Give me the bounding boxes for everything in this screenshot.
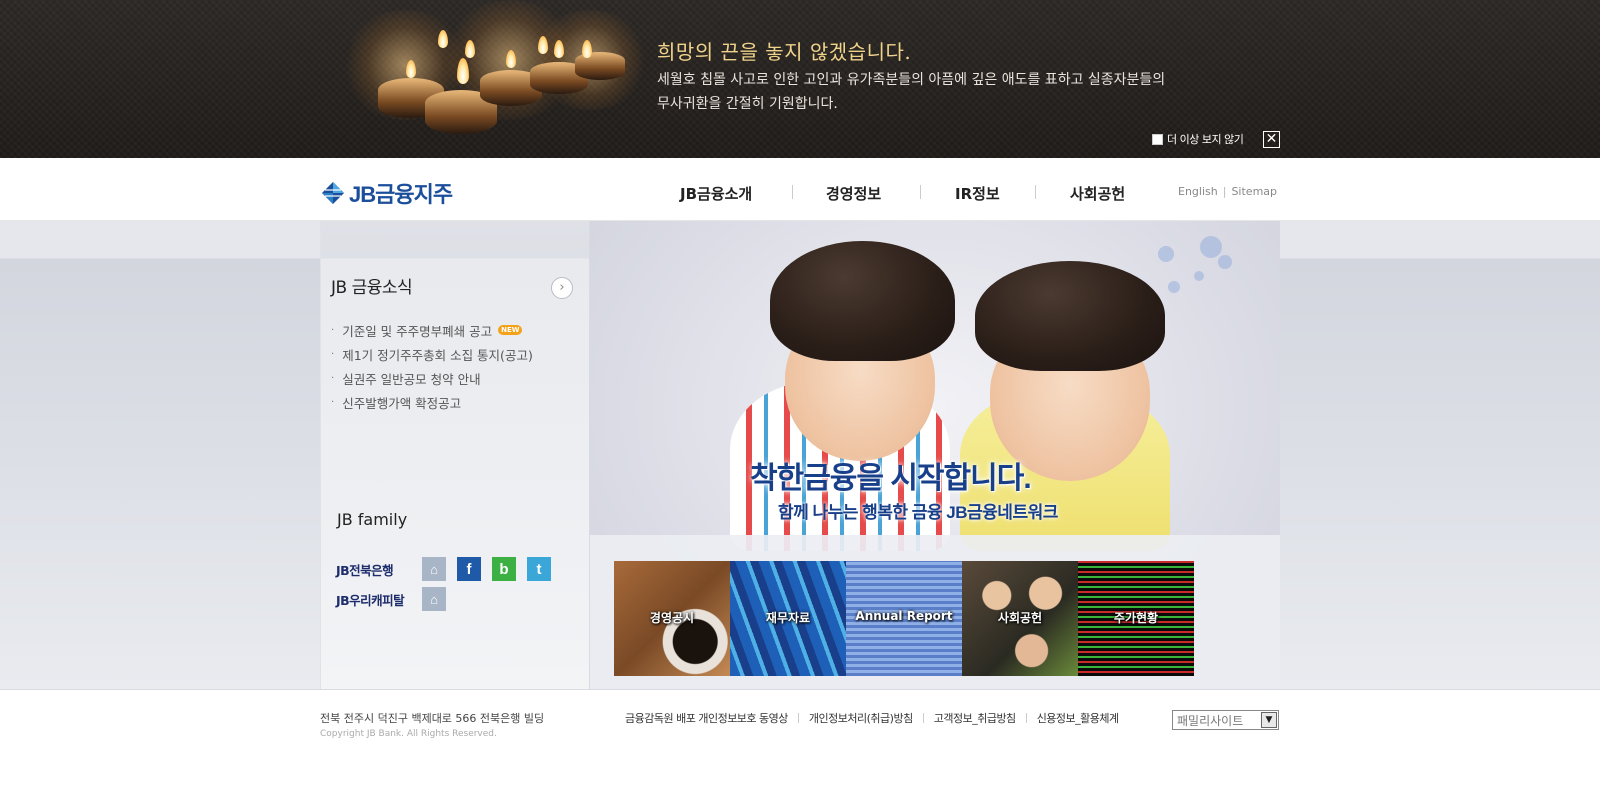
nav-divider [1035,185,1036,199]
nav-item-ir[interactable]: IR정보 [955,183,1000,204]
new-badge: NEW [498,325,523,335]
close-icon[interactable]: ✕ [1263,131,1280,148]
footer-link-privacy-policy[interactable]: 개인정보처리(취급)방침 [809,710,913,726]
news-item[interactable]: · 실권주 일반공모 청약 안내 [331,366,533,390]
hero-subheadline: 함께 나누는 행복한 금융 JB금융네트워크 [778,503,1058,522]
footer-links: 금융감독원 배포 개인정보보호 동영상 개인정보처리(취급)방침 고객정보_취급… [625,710,1119,726]
candles-image [330,0,660,158]
quick-link-stock[interactable]: 주가현황 [1078,561,1194,676]
news-item[interactable]: · 신주발행가액 확정공고 [331,390,533,414]
family-name-capital[interactable]: JB우리캐피탈 [336,590,422,609]
sitemap-link[interactable]: Sitemap [1231,185,1277,198]
logo-mark-icon [322,182,344,204]
site-footer: 전북 전주시 덕진구 백제대로 566 전북은행 빌딩 Copyright JB… [0,689,1600,791]
family-row-capital: JB우리캐피탈 ⌂ [336,587,457,611]
home-icon[interactable]: ⌂ [422,587,446,611]
family-name-jbbank[interactable]: JB전북은행 [336,560,422,579]
twitter-icon[interactable]: t [527,557,551,581]
nav-item-jb-intro[interactable]: JB금융소개 [680,183,752,204]
banner-message: 세월호 침몰 사고로 인한 고인과 유가족분들의 아픔에 깊은 애도를 표하고 … [657,68,1237,116]
site-header: JB금융지주 JB금융소개 경영정보 IR정보 사회공헌 English | Sit… [0,158,1600,221]
family-title: JB family [337,510,408,529]
page: 희망의 끈을 놓지 않겠습니다. 세월호 침몰 사고로 인한 고인과 유가족분들… [0,0,1600,791]
facebook-icon[interactable]: f [457,557,481,581]
news-item[interactable]: · 기준일 및 주주명부폐쇄 공고 NEW [331,318,533,342]
main-nav: JB금융소개 경영정보 IR정보 사회공헌 [640,183,1160,203]
english-link[interactable]: English [1178,185,1218,198]
banner-line-1: 세월호 침몰 사고로 인한 고인과 유가족분들의 아픔에 깊은 애도를 표하고 … [657,72,1166,88]
hero-headline: 착한금융을 시작합니다. [750,462,1032,495]
footer-copyright: Copyright JB Bank. All Rights Reserved. [320,729,497,739]
footer-address: 전북 전주시 덕진구 백제대로 566 전북은행 빌딩 [320,712,545,725]
news-title: JB 금융소식 [331,278,413,298]
news-list: · 기준일 및 주주명부폐쇄 공고 NEW · 제1기 정기주주총회 소집 통지(공고… [331,318,533,414]
nav-divider [792,185,793,199]
chevron-down-icon[interactable]: ▼ [1261,712,1277,728]
nav-item-management[interactable]: 경영정보 [826,183,881,204]
memorial-banner: 희망의 끈을 놓지 않겠습니다. 세월호 침몰 사고로 인한 고인과 유가족분들… [0,0,1600,158]
hero-visual: 착한금융을 시작합니다. 함께 나누는 행복한 금융 JB금융네트워크 경영공시… [590,221,1280,689]
dismiss-label: 더 이상 보지 않기 [1167,133,1244,146]
quick-link-annual-report[interactable]: Annual Report [846,561,962,676]
home-icon[interactable]: ⌂ [422,557,446,581]
family-site-select[interactable]: 패밀리사이트 ▼ [1172,710,1279,730]
banner-title: 희망의 끈을 놓지 않겠습니다. [657,40,912,64]
quick-link-financial[interactable]: 재무자료 [730,561,846,676]
family-row-jbbank: JB전북은행 ⌂ f b t [336,557,562,581]
dismiss-checkbox[interactable] [1152,133,1163,145]
quick-link-social[interactable]: 사회공헌 [962,561,1078,676]
left-panel: JB 금융소식 › · 기준일 및 주주명부폐쇄 공고 NEW · 제1기 정기주주총… [320,221,590,689]
logo-text: JB금융지주 [349,182,453,207]
dismiss-option[interactable]: 더 이상 보지 않기 [1152,131,1244,147]
nav-item-social[interactable]: 사회공헌 [1070,183,1125,204]
news-item[interactable]: · 제1기 정기주주총회 소집 통지(공고) [331,342,533,366]
nav-divider [920,185,921,199]
blog-icon[interactable]: b [492,557,516,581]
more-arrow-icon[interactable]: › [551,277,573,299]
banner-line-2: 무사귀환을 간절히 기원합니다. [657,96,838,112]
quick-link-disclosure[interactable]: 경영공시 [614,561,730,676]
footer-link-privacy-video[interactable]: 금융감독원 배포 개인정보보호 동영상 [625,710,788,726]
footer-link-customer-info[interactable]: 고객정보_취급방침 [934,710,1016,726]
utility-links: English | Sitemap [1178,185,1278,198]
logo[interactable]: JB금융지주 [320,177,453,209]
family-site-label: 패밀리사이트 [1177,713,1244,728]
footer-link-credit-info[interactable]: 신용정보_활용체계 [1037,710,1119,726]
